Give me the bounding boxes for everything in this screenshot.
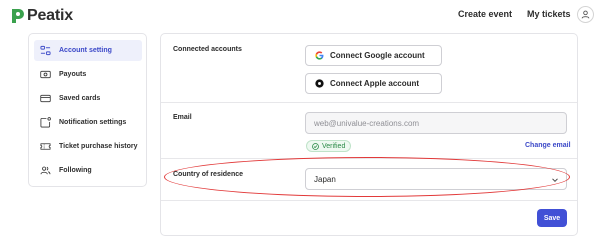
section-divider <box>161 102 577 103</box>
sidebar-item-following[interactable]: Following <box>34 160 142 181</box>
ticket-icon <box>40 143 51 150</box>
country-label: Country of residence <box>173 171 244 178</box>
connect-apple-label: Connect Apple account <box>330 79 420 88</box>
top-header: Peatix Create event My tickets <box>0 0 600 30</box>
money-bill-icon <box>40 70 51 79</box>
country-select[interactable]: Japan <box>305 168 567 190</box>
email-field[interactable] <box>305 112 567 134</box>
peatix-logo[interactable]: Peatix <box>10 6 73 26</box>
my-tickets-link[interactable]: My tickets <box>527 9 571 19</box>
connect-google-button[interactable]: Connect Google account <box>305 45 442 66</box>
settings-sidebar: Account setting Payouts Saved cards Noti… <box>28 33 147 187</box>
sidebar-item-label: Account setting <box>59 47 112 54</box>
sidebar-item-account-setting[interactable]: Account setting <box>34 40 142 61</box>
account-settings-card: Connected accounts Connect Google accoun… <box>160 33 578 236</box>
email-label: Email <box>173 114 192 121</box>
country-selected-value: Japan <box>314 174 336 184</box>
user-menu-button[interactable] <box>577 6 594 23</box>
sidebar-item-label: Following <box>59 167 92 174</box>
sidebar-item-label: Ticket purchase history <box>59 143 138 150</box>
people-icon <box>40 166 51 175</box>
sidebar-item-notification-settings[interactable]: Notification settings <box>34 112 142 133</box>
credit-card-icon <box>40 94 51 103</box>
save-button[interactable]: Save <box>537 209 567 227</box>
connect-apple-button[interactable]: Connect Apple account <box>305 73 442 94</box>
settings-sliders-icon <box>40 45 51 56</box>
verified-label: Verified <box>322 142 346 150</box>
verified-badge: Verified <box>306 140 352 152</box>
sidebar-item-label: Notification settings <box>59 119 127 126</box>
google-icon <box>315 51 324 60</box>
create-event-link[interactable]: Create event <box>458 9 512 19</box>
check-circle-icon <box>312 142 319 150</box>
logo-text: Peatix <box>27 7 73 24</box>
section-divider <box>161 200 577 201</box>
section-divider <box>161 158 577 159</box>
sidebar-item-label: Saved cards <box>59 95 101 102</box>
user-icon <box>581 10 590 19</box>
sidebar-item-saved-cards[interactable]: Saved cards <box>34 88 142 109</box>
peatix-logo-icon <box>12 9 24 23</box>
change-email-link[interactable]: Change email <box>525 142 571 149</box>
connect-google-label: Connect Google account <box>330 51 425 60</box>
notification-icon <box>40 117 51 128</box>
apple-icon <box>315 79 324 88</box>
sidebar-item-payouts[interactable]: Payouts <box>34 64 142 85</box>
sidebar-item-ticket-purchase-history[interactable]: Ticket purchase history <box>34 136 142 157</box>
chevron-down-icon <box>552 178 558 183</box>
sidebar-item-label: Payouts <box>59 71 87 78</box>
connected-accounts-label: Connected accounts <box>173 46 242 53</box>
